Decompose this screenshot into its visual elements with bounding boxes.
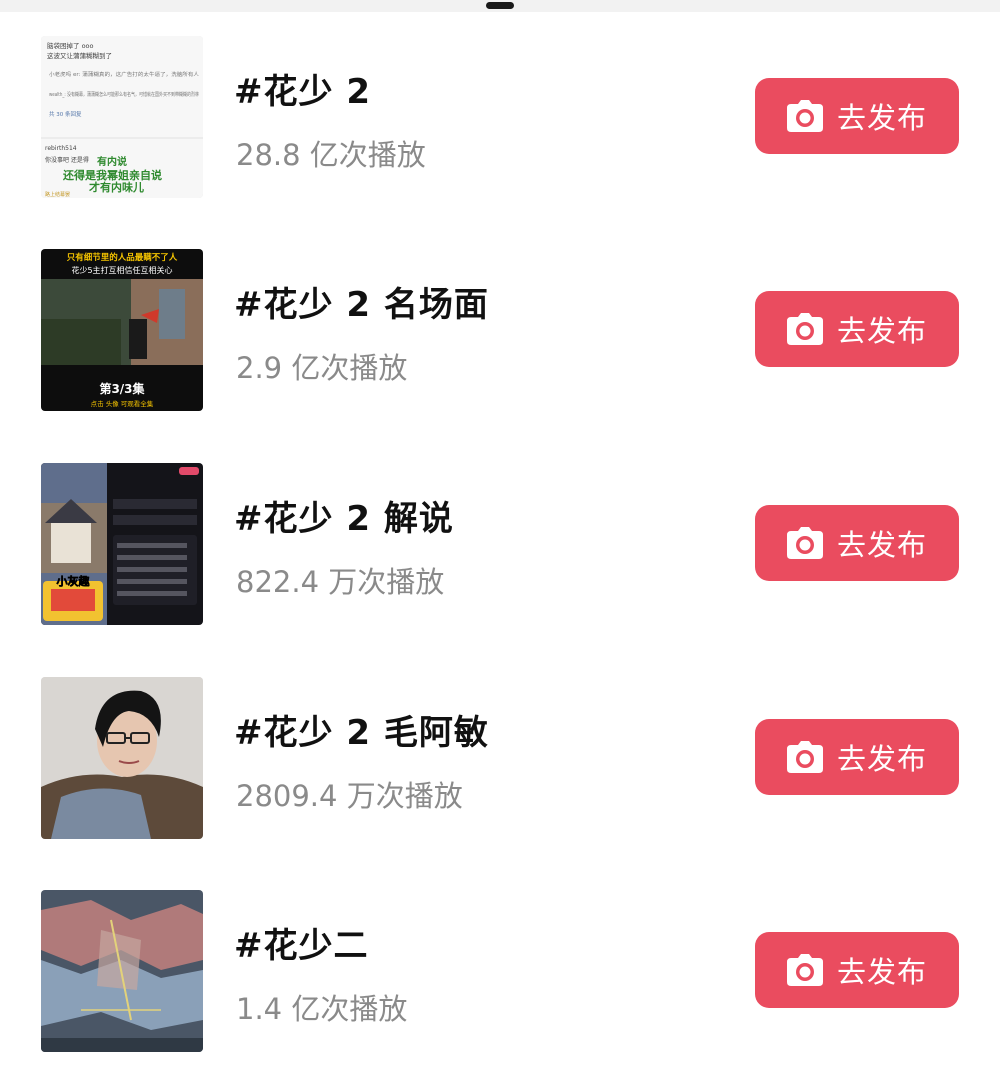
thumb-text: 第3/3集 <box>99 381 145 396</box>
publish-button[interactable]: 去发布 <box>755 505 959 581</box>
thumb-text: 才有内味儿 <box>89 180 144 194</box>
topic-item[interactable]: #花少二 1.4 亿次播放 去发布 <box>0 890 1000 1054</box>
thumb-text: 花少5主打互相信任互相关心 <box>71 265 172 275</box>
topic-title[interactable]: #花少 2 <box>234 64 371 113</box>
camera-icon <box>786 100 823 132</box>
camera-icon <box>786 527 823 559</box>
thumb-text: 共 30 条回复 <box>49 110 82 118</box>
thumb-text: 只有细节里的人品最瞒不了人 <box>67 252 178 263</box>
video-still-image: 只有细节里的人品最瞒不了人 花少5主打互相信任互相关心 第3/3集 点击 头像 … <box>41 249 203 411</box>
topic-title[interactable]: #花少二 <box>234 918 369 967</box>
play-count: 822.4 万次播放 <box>236 565 445 599</box>
publish-button[interactable]: 去发布 <box>755 719 959 795</box>
app-screenshot-image: 小灰趣 <box>41 463 203 625</box>
topic-title[interactable]: #花少 2 毛阿敏 <box>234 705 489 754</box>
play-count: 28.8 亿次播放 <box>236 138 426 172</box>
thumb-text: 有内说 <box>97 155 127 168</box>
publish-button[interactable]: 去发布 <box>755 932 959 1008</box>
thumb-text: 点击 头像 可观看全集 <box>91 399 154 408</box>
topic-item[interactable]: #花少 2 毛阿敏 2809.4 万次播放 去发布 <box>0 677 1000 841</box>
topic-title[interactable]: #花少 2 解说 <box>234 491 454 540</box>
topic-thumbnail[interactable]: 脑袋困掉了 ooo 这波又让蒲蒲糊糊到了 小老虎吗 er: 蒲蒲糊真的，这广告打… <box>41 36 203 198</box>
thumb-text: wealth_: 没有糊幕，蒲蒲糊怎么可能那么有名气，可惜就在国外买不到带糊糊的… <box>49 91 199 98</box>
topic-title[interactable]: #花少 2 名场面 <box>234 277 489 326</box>
publish-button-label: 去发布 <box>836 955 927 989</box>
thumb-text: rebirth514 <box>45 145 77 152</box>
topic-thumbnail[interactable]: 只有细节里的人品最瞒不了人 花少5主打互相信任互相关心 第3/3集 点击 头像 … <box>41 249 203 411</box>
camera-icon <box>786 954 823 986</box>
camera-icon <box>786 741 823 773</box>
topic-thumbnail[interactable]: 小灰趣 <box>41 463 203 625</box>
portrait-image <box>41 677 203 839</box>
play-count: 1.4 亿次播放 <box>236 992 408 1026</box>
thumb-text: 还得是我幂姐亲自说 <box>62 168 162 182</box>
thumb-text: 路上结幕罢 <box>45 191 70 198</box>
comment-screenshot-image: 脑袋困掉了 ooo 这波又让蒲蒲糊糊到了 小老虎吗 er: 蒲蒲糊真的，这广告打… <box>41 36 203 198</box>
thumb-text: 小老虎吗 er: 蒲蒲糊真的，这广告打的太牛逼了，洗脑所有人 <box>49 71 199 78</box>
camera-icon <box>786 313 823 345</box>
play-count: 2.9 亿次播放 <box>236 351 408 385</box>
publish-button-label: 去发布 <box>836 528 927 562</box>
thumb-text: 你没事吧 还是得 <box>45 156 89 164</box>
thumb-text: 小灰趣 <box>56 574 91 588</box>
map-still-image <box>41 890 203 1052</box>
topic-thumbnail[interactable] <box>41 890 203 1052</box>
publish-button[interactable]: 去发布 <box>755 291 959 367</box>
topic-item[interactable]: 脑袋困掉了 ooo 这波又让蒲蒲糊糊到了 小老虎吗 er: 蒲蒲糊真的，这广告打… <box>0 36 1000 200</box>
publish-button-label: 去发布 <box>836 314 927 348</box>
topic-item[interactable]: 只有细节里的人品最瞒不了人 花少5主打互相信任互相关心 第3/3集 点击 头像 … <box>0 249 1000 413</box>
thumb-text: 脑袋困掉了 ooo <box>47 41 94 50</box>
drag-handle[interactable] <box>486 2 514 9</box>
publish-button-label: 去发布 <box>836 742 927 776</box>
topic-thumbnail[interactable] <box>41 677 203 839</box>
thumb-text: 这波又让蒲蒲糊糊到了 <box>47 51 112 60</box>
publish-button-label: 去发布 <box>836 101 927 135</box>
publish-button[interactable]: 去发布 <box>755 78 959 154</box>
play-count: 2809.4 万次播放 <box>236 779 463 813</box>
topic-item[interactable]: 小灰趣 #花少 2 解说 822.4 万次播放 去发布 <box>0 463 1000 627</box>
